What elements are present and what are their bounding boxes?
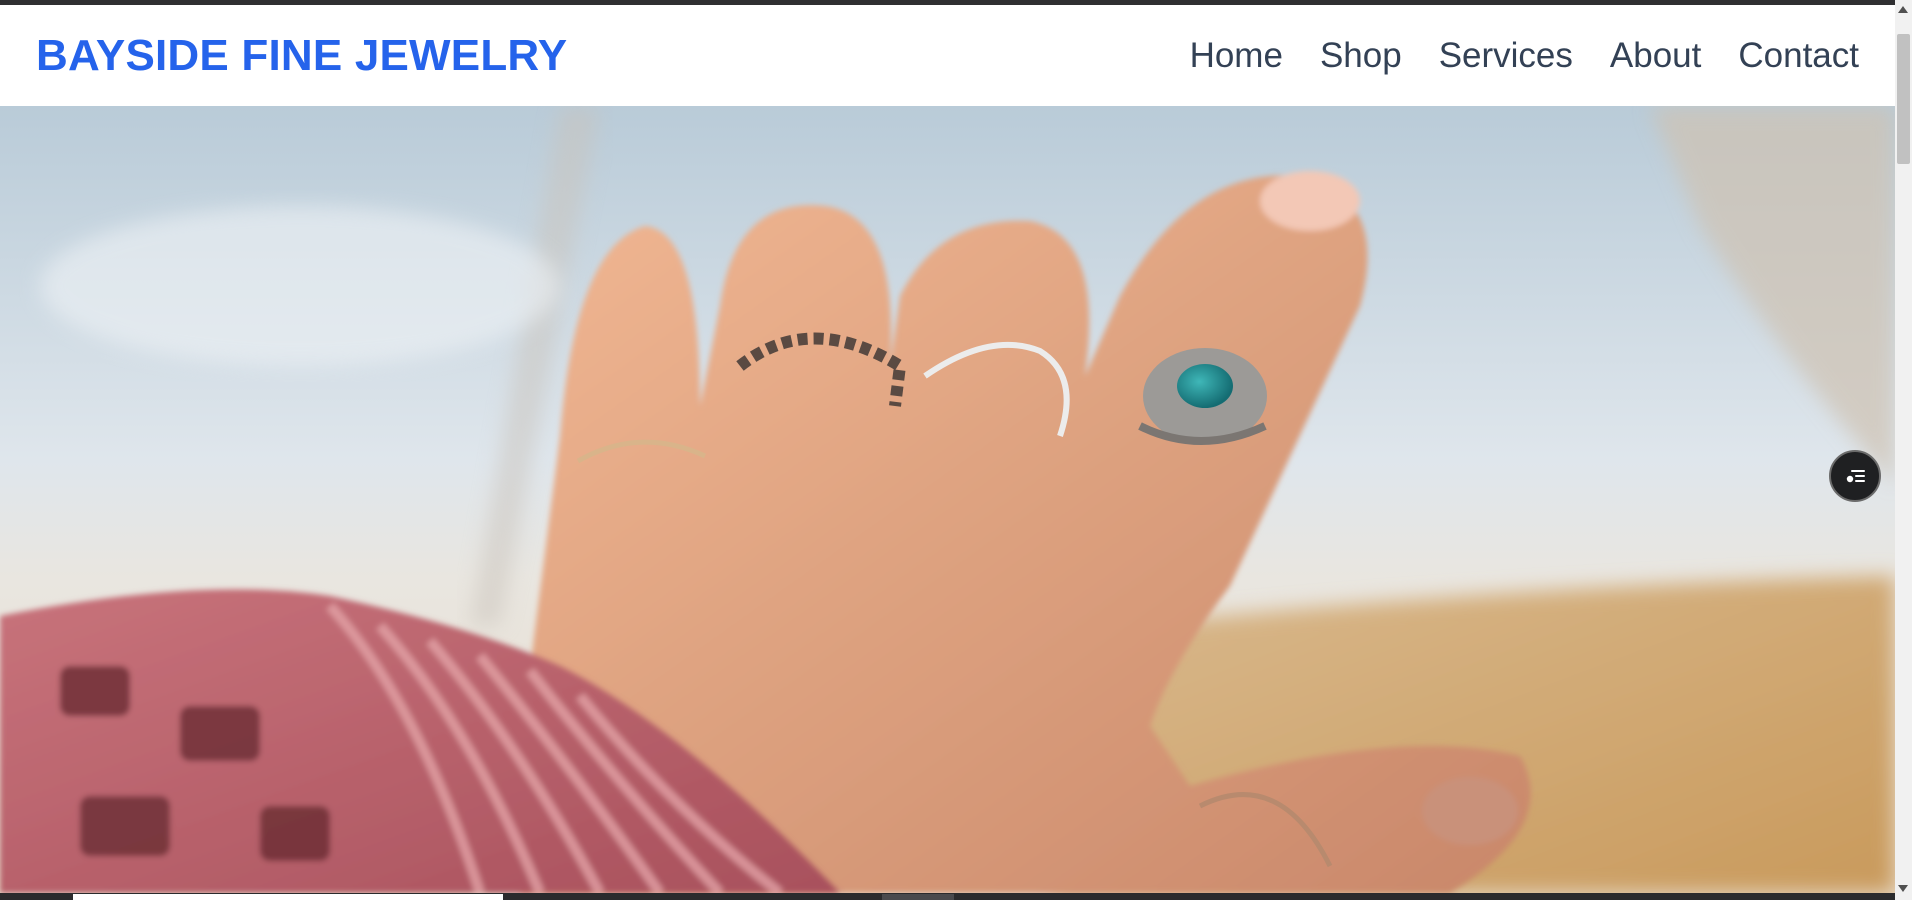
nav-contact-link[interactable]: Contact xyxy=(1738,36,1859,76)
nav-services-link[interactable]: Services xyxy=(1439,36,1573,76)
nav-home-link[interactable]: Home xyxy=(1190,36,1283,76)
floating-menu-button[interactable] xyxy=(1829,450,1881,502)
hand-with-rings-illustration xyxy=(0,106,1895,893)
main-nav: Home Shop Services About Contact xyxy=(1190,36,1859,76)
bottom-tab-indicator-secondary xyxy=(882,894,954,900)
site-header: BAYSIDE FINE JEWELRY Home Shop Services … xyxy=(0,5,1895,106)
scroll-thumb[interactable] xyxy=(1897,34,1910,164)
brand-logo[interactable]: BAYSIDE FINE JEWELRY xyxy=(36,31,567,81)
vertical-scrollbar[interactable] xyxy=(1895,0,1912,900)
hero-image xyxy=(0,106,1895,893)
bottom-tab-indicator xyxy=(73,894,503,900)
nav-shop-link[interactable]: Shop xyxy=(1320,36,1402,76)
menu-list-icon xyxy=(1846,470,1865,483)
scroll-down-icon[interactable] xyxy=(1898,885,1908,892)
nav-about-link[interactable]: About xyxy=(1610,36,1701,76)
scroll-up-icon[interactable] xyxy=(1898,6,1908,13)
